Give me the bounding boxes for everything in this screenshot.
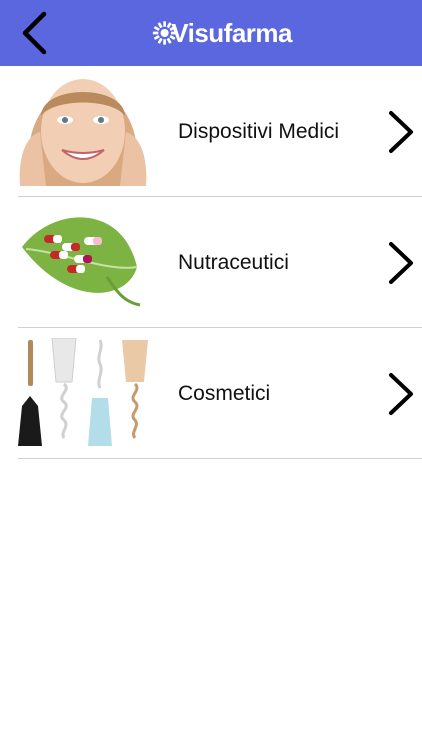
visufarma-logo: Visufarma [152, 4, 292, 62]
category-label: Cosmetici [178, 381, 271, 405]
row-divider [18, 458, 422, 459]
chevron-right-icon [389, 373, 413, 415]
logo-text: Visufarma [171, 17, 292, 48]
face-photo [12, 76, 154, 186]
category-label: Dispositivi Medici [178, 119, 340, 143]
category-row-dispositivi-medici[interactable]: Dispositivi Medici [0, 66, 422, 197]
back-button[interactable] [12, 9, 56, 57]
chevron-left-icon [22, 11, 47, 55]
category-label: Nutraceutici [178, 250, 289, 274]
cosmetic-tubes-photo [12, 338, 154, 448]
chevron-right-icon [389, 242, 413, 284]
category-list: Dispositivi Medici Nutraceutici Cosmetic… [0, 66, 422, 459]
leaf-capsules-photo [12, 207, 154, 317]
category-row-cosmetici[interactable]: Cosmetici [0, 328, 422, 459]
chevron-right-icon [389, 111, 413, 153]
category-row-nutraceutici[interactable]: Nutraceutici [0, 197, 422, 328]
app-header: Visufarma [0, 0, 422, 66]
